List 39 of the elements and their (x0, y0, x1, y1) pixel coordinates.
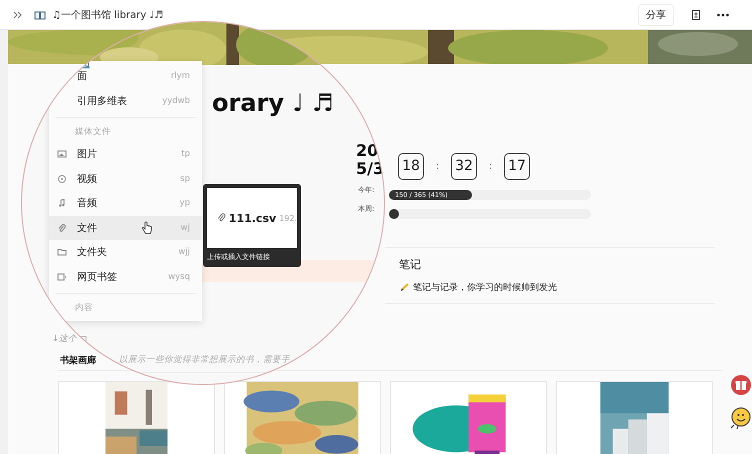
time-digit-box: 32 (451, 152, 477, 180)
time-digit-box: 18 (398, 152, 424, 180)
smiley-icon[interactable] (728, 406, 752, 430)
menu-item[interactable]: 音频 yp (49, 191, 202, 216)
time-separator: : (434, 160, 440, 172)
page-title: orary ♩ ♬ (212, 89, 334, 117)
section-heading: 笔记 (399, 257, 422, 272)
expand-icon[interactable] (12, 8, 24, 20)
document-title: ♫一个图书馆 library ♩♬ (52, 8, 164, 22)
hand-cursor-icon (141, 221, 153, 235)
video-icon (57, 174, 67, 184)
folder-icon (57, 247, 67, 258)
paperclip-icon (217, 212, 226, 224)
menu-item[interactable]: 引用多维表 yydwb (49, 88, 202, 113)
menu-item[interactable]: 文件 wj (49, 216, 202, 240)
web-card-icon (57, 272, 67, 282)
notes-description: 笔记与记录，你学习的时候帅到发光 (413, 282, 557, 294)
menu-item[interactable]: 文件夹 wjj (49, 240, 202, 264)
hint-text: ↓这个 (52, 333, 78, 345)
book-icon (34, 8, 46, 20)
gift-icon[interactable] (731, 375, 751, 395)
menu-section-label: 媒体文件 (74, 126, 112, 139)
file-name: 111.csv (228, 212, 276, 224)
file-size: 192. (279, 214, 297, 222)
menu-section-label: 内容 (74, 302, 94, 315)
document-icon[interactable] (690, 8, 702, 20)
menu-item[interactable]: 面 rlym (49, 64, 202, 88)
image-icon (57, 149, 67, 160)
menu-item[interactable]: 网页书签 wysq (49, 264, 202, 289)
menu-item[interactable]: 视频 sp (49, 166, 202, 191)
paperclip-icon (57, 222, 67, 233)
music-note-icon (57, 198, 67, 208)
share-button[interactable]: 分享 (638, 4, 674, 26)
pencil-icon (399, 282, 410, 293)
time-digit-box: 17 (504, 152, 530, 180)
time-separator: : (488, 160, 494, 172)
gallery-description: 以展示一些你觉得非常想展示的书，需要手 (119, 354, 290, 366)
gallery-heading: 书架画廊 (60, 355, 96, 367)
menu-item[interactable]: 图片 tp (49, 142, 202, 166)
